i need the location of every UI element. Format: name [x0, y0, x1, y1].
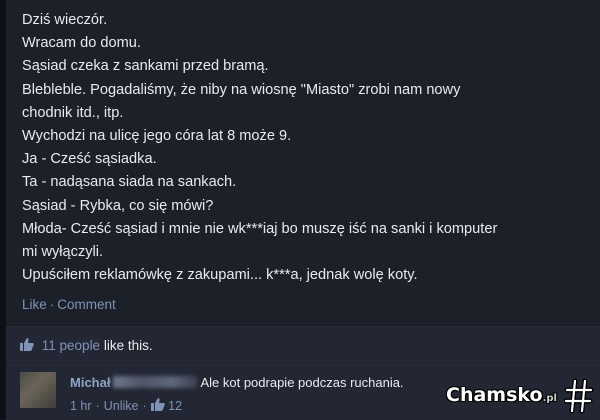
post-card: Dziś wieczór. Wracam do domu. Sąsiad cze…: [6, 0, 600, 325]
post-actions: Like · Comment: [22, 297, 116, 312]
post-line: Sąsiad czeka z sankami przed bramą.: [22, 58, 269, 75]
unlike-link[interactable]: Unlike: [104, 399, 139, 413]
likes-suffix: like this.: [103, 338, 153, 353]
thumbs-up-icon: [150, 398, 165, 411]
hash-logo-icon: [563, 378, 594, 419]
post-line: Ta - nadąsana siada na sankach.: [22, 174, 237, 191]
separator: ·: [142, 399, 147, 413]
post-line: Młoda- Cześć sąsiad i mnie nie wk***iaj …: [22, 220, 498, 237]
post-line: Dziś wieczór.: [22, 12, 108, 28]
comment-text: Ale kot podrapie podczas ruchania.: [200, 375, 404, 390]
thumbs-up-icon: [20, 338, 34, 351]
separator: ·: [95, 399, 100, 413]
blurred-surname: [113, 376, 198, 388]
comment-body: Michał Ale kot podrapie podczas ruchania.: [70, 375, 404, 390]
comment-like-count[interactable]: 12: [168, 399, 182, 413]
post-line: Upuściłem reklamówkę z zakupami... k***a…: [22, 267, 418, 284]
post-line: Ja - Cześć sąsiadka.: [22, 151, 157, 168]
comment-time[interactable]: 1 hr: [70, 399, 92, 413]
post-text: Dziś wieczór. Wracam do domu. Sąsiad cze…: [22, 9, 587, 287]
post-line: Wracam do domu.: [22, 35, 141, 52]
likes-summary: 11 people like this.: [6, 326, 600, 365]
avatar[interactable]: [20, 372, 56, 408]
comment-link[interactable]: Comment: [57, 297, 116, 312]
watermark-brand: Chamsko: [446, 384, 543, 406]
like-link[interactable]: Like: [22, 297, 47, 312]
post-line: chodnik itd., itp.: [22, 104, 124, 121]
post-line: Blebleble. Pogadaliśmy, że niby na wiosn…: [22, 81, 461, 98]
comment-meta: 1 hr · Unlike · 12: [70, 398, 182, 413]
watermark-tld: .pl: [542, 393, 557, 404]
chamsko-watermark: Chamsko.pl: [444, 376, 594, 416]
separator: ·: [49, 297, 55, 312]
facebook-post-screenshot: Dziś wieczór. Wracam do domu. Sąsiad cze…: [0, 0, 600, 420]
post-line: mi wyłączyli.: [22, 244, 104, 261]
comment-author[interactable]: Michał: [70, 375, 110, 390]
post-line: Wychodzi na ulicę jego córa lat 8 może 9…: [22, 128, 292, 145]
post-line: Sąsiad - Rybka, co się mówi?: [22, 197, 214, 214]
likes-count-link[interactable]: 11 people: [42, 338, 100, 353]
